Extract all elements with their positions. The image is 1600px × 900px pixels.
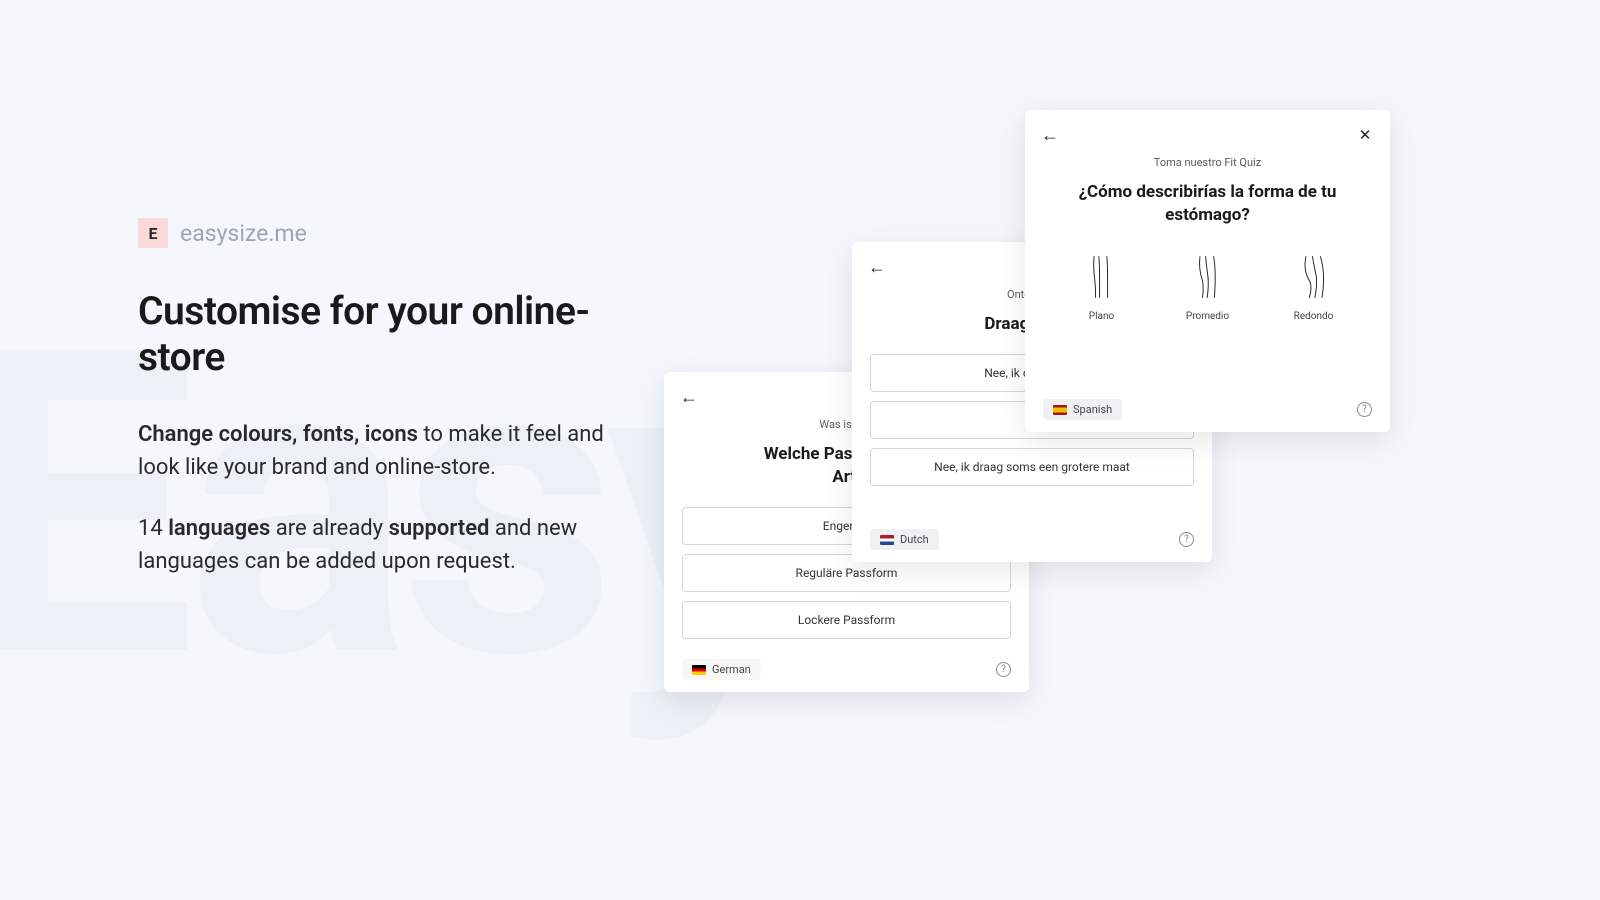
help-icon[interactable]: ? <box>996 662 1011 677</box>
shape-option-redondo[interactable]: Redondo <box>1280 253 1348 322</box>
paragraph-2: 14 languages are already supported and n… <box>138 512 618 578</box>
para2-mid: are already <box>270 516 388 541</box>
back-arrow-icon[interactable] <box>678 386 700 408</box>
paragraph-1: Change colours, fonts, icons to make it … <box>138 418 618 484</box>
shape-option-promedio[interactable]: Promedio <box>1174 253 1242 322</box>
option-button[interactable]: Nee, ik draag soms een grotere maat <box>870 448 1194 486</box>
torso-flat-icon <box>1083 253 1121 301</box>
language-label: German <box>712 663 751 676</box>
shape-option-plano[interactable]: Plano <box>1068 253 1136 322</box>
help-icon[interactable]: ? <box>1179 532 1194 547</box>
language-label: Dutch <box>900 533 929 546</box>
card-footer: German ? <box>682 659 1011 680</box>
torso-average-icon <box>1189 253 1227 301</box>
help-icon[interactable]: ? <box>1357 402 1372 417</box>
back-arrow-icon[interactable] <box>866 256 888 278</box>
headline: Customise for your online-store <box>138 288 618 380</box>
language-selector[interactable]: German <box>682 659 761 680</box>
dutch-flag-icon <box>880 535 894 545</box>
shape-label: Plano <box>1089 311 1114 322</box>
logo-badge: E <box>138 218 168 248</box>
shape-label: Redondo <box>1294 311 1334 322</box>
marketing-copy: E easysize.me Customise for your online-… <box>138 218 618 606</box>
card-subtitle: Toma nuestro Fit Quiz <box>1025 156 1390 169</box>
german-flag-icon <box>692 665 706 675</box>
para1-bold: Change colours, fonts, icons <box>138 422 418 447</box>
language-label: Spanish <box>1073 403 1112 416</box>
para2-bold1: languages <box>168 516 270 541</box>
back-arrow-icon[interactable] <box>1039 124 1061 146</box>
language-selector[interactable]: Dutch <box>870 529 939 550</box>
para2-pre: 14 <box>138 516 168 541</box>
card-footer: Spanish ? <box>1043 399 1372 420</box>
card-footer: Dutch ? <box>870 529 1194 550</box>
shape-label: Promedio <box>1186 311 1229 322</box>
quiz-card-spanish: Toma nuestro Fit Quiz ¿Cómo describirías… <box>1025 110 1390 432</box>
option-button[interactable]: Lockere Passform <box>682 601 1011 639</box>
spanish-flag-icon <box>1053 405 1067 415</box>
logo-text: easysize.me <box>180 220 307 247</box>
logo-row: E easysize.me <box>138 218 618 248</box>
card-title: ¿Cómo describirías la forma de tu estóma… <box>1025 169 1390 245</box>
shape-options: Plano Promedio Redondo <box>1025 245 1390 324</box>
close-icon[interactable] <box>1354 124 1376 146</box>
card-header <box>1025 110 1390 152</box>
language-selector[interactable]: Spanish <box>1043 399 1122 420</box>
torso-round-icon <box>1295 253 1333 301</box>
para2-bold2: supported <box>389 516 490 541</box>
